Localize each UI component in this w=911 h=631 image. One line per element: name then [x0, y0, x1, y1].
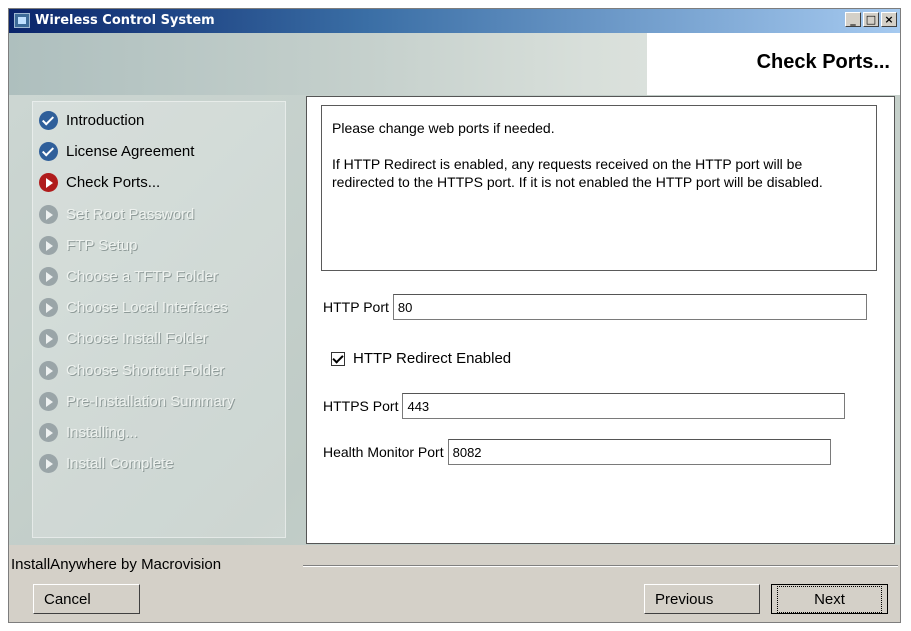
page-title: Check Ports... — [756, 51, 890, 73]
app-icon — [14, 13, 30, 28]
step-choose-shortcut-folder: Choose Shortcut Folder — [39, 355, 234, 386]
title-bar[interactable]: Wireless Control System _ □ × — [9, 9, 900, 33]
step-choose-tftp-folder: Choose a TFTP Folder — [39, 261, 234, 292]
step-label: Install Complete — [66, 455, 174, 473]
step-label: Choose Shortcut Folder — [66, 361, 225, 379]
play-icon — [39, 235, 58, 255]
previous-button[interactable]: Previous — [644, 584, 760, 614]
installer-brand-label: InstallAnywhere by Macrovision — [11, 556, 222, 573]
step-label: Choose Local Interfaces — [66, 299, 228, 317]
step-license-agreement: License Agreement — [39, 136, 234, 167]
step-label: Choose a TFTP Folder — [66, 268, 219, 286]
https-port-label: HTTPS Port — [323, 398, 399, 414]
installer-window: Wireless Control System _ □ × Check Port… — [8, 8, 901, 623]
health-monitor-port-input[interactable] — [447, 439, 831, 465]
http-redirect-checkbox[interactable] — [331, 351, 345, 366]
step-pre-installation-summary: Pre-Installation Summary — [39, 386, 234, 417]
cancel-button[interactable]: Cancel — [33, 584, 140, 614]
http-port-row: HTTP Port — [323, 294, 867, 320]
main-panel: Please change web ports if needed. If HT… — [306, 96, 895, 544]
step-check-ports: Check Ports... — [39, 167, 234, 198]
step-install-complete: Install Complete — [39, 448, 234, 479]
next-button[interactable]: Next — [771, 584, 888, 614]
window-title: Wireless Control System — [35, 13, 215, 28]
install-steps-list: Introduction License Agreement Check Por… — [39, 105, 234, 479]
header-banner: Check Ports... — [9, 33, 900, 95]
minimize-button[interactable]: _ — [845, 12, 861, 27]
http-port-label: HTTP Port — [323, 299, 389, 315]
step-set-root-password: Set Root Password — [39, 199, 234, 230]
check-icon — [39, 142, 58, 162]
step-ftp-setup: FTP Setup — [39, 230, 234, 261]
info-text-box: Please change web ports if needed. If HT… — [321, 105, 877, 271]
step-label: License Agreement — [66, 143, 195, 161]
https-port-input[interactable] — [402, 393, 846, 419]
step-label: Check Ports... — [66, 174, 161, 192]
play-icon — [39, 298, 58, 318]
health-monitor-port-label: Health Monitor Port — [323, 444, 444, 460]
play-icon — [39, 422, 58, 442]
step-installing: Installing... — [39, 417, 234, 448]
step-label: FTP Setup — [66, 236, 138, 254]
step-label: Choose Install Folder — [66, 330, 208, 348]
maximize-button[interactable]: □ — [863, 12, 879, 27]
play-icon — [39, 360, 58, 380]
play-icon — [39, 454, 58, 474]
step-choose-local-interfaces: Choose Local Interfaces — [39, 292, 234, 323]
play-icon — [39, 204, 58, 224]
previous-button-label: Previous — [655, 590, 714, 608]
play-icon — [39, 173, 58, 193]
http-redirect-label: HTTP Redirect Enabled — [353, 350, 512, 367]
next-button-label: Next — [777, 585, 882, 613]
health-monitor-port-row: Health Monitor Port — [323, 439, 831, 465]
cancel-button-label: Cancel — [44, 590, 91, 608]
step-choose-install-folder: Choose Install Folder — [39, 323, 234, 354]
info-line-2: If HTTP Redirect is enabled, any request… — [332, 156, 823, 190]
close-button[interactable]: × — [881, 12, 897, 27]
step-label: Introduction — [66, 112, 145, 130]
play-icon — [39, 267, 58, 287]
https-port-row: HTTPS Port — [323, 393, 846, 419]
http-redirect-row[interactable]: HTTP Redirect Enabled — [331, 350, 511, 367]
footer-divider — [303, 565, 898, 567]
step-label: Pre-Installation Summary — [66, 392, 235, 410]
http-port-input[interactable] — [392, 294, 867, 320]
step-label: Installing... — [66, 423, 138, 441]
play-icon — [39, 329, 58, 349]
step-introduction: Introduction — [39, 105, 234, 136]
play-icon — [39, 391, 58, 411]
step-label: Set Root Password — [66, 205, 195, 223]
check-icon — [39, 111, 58, 131]
info-line-1: Please change web ports if needed. — [332, 120, 555, 136]
